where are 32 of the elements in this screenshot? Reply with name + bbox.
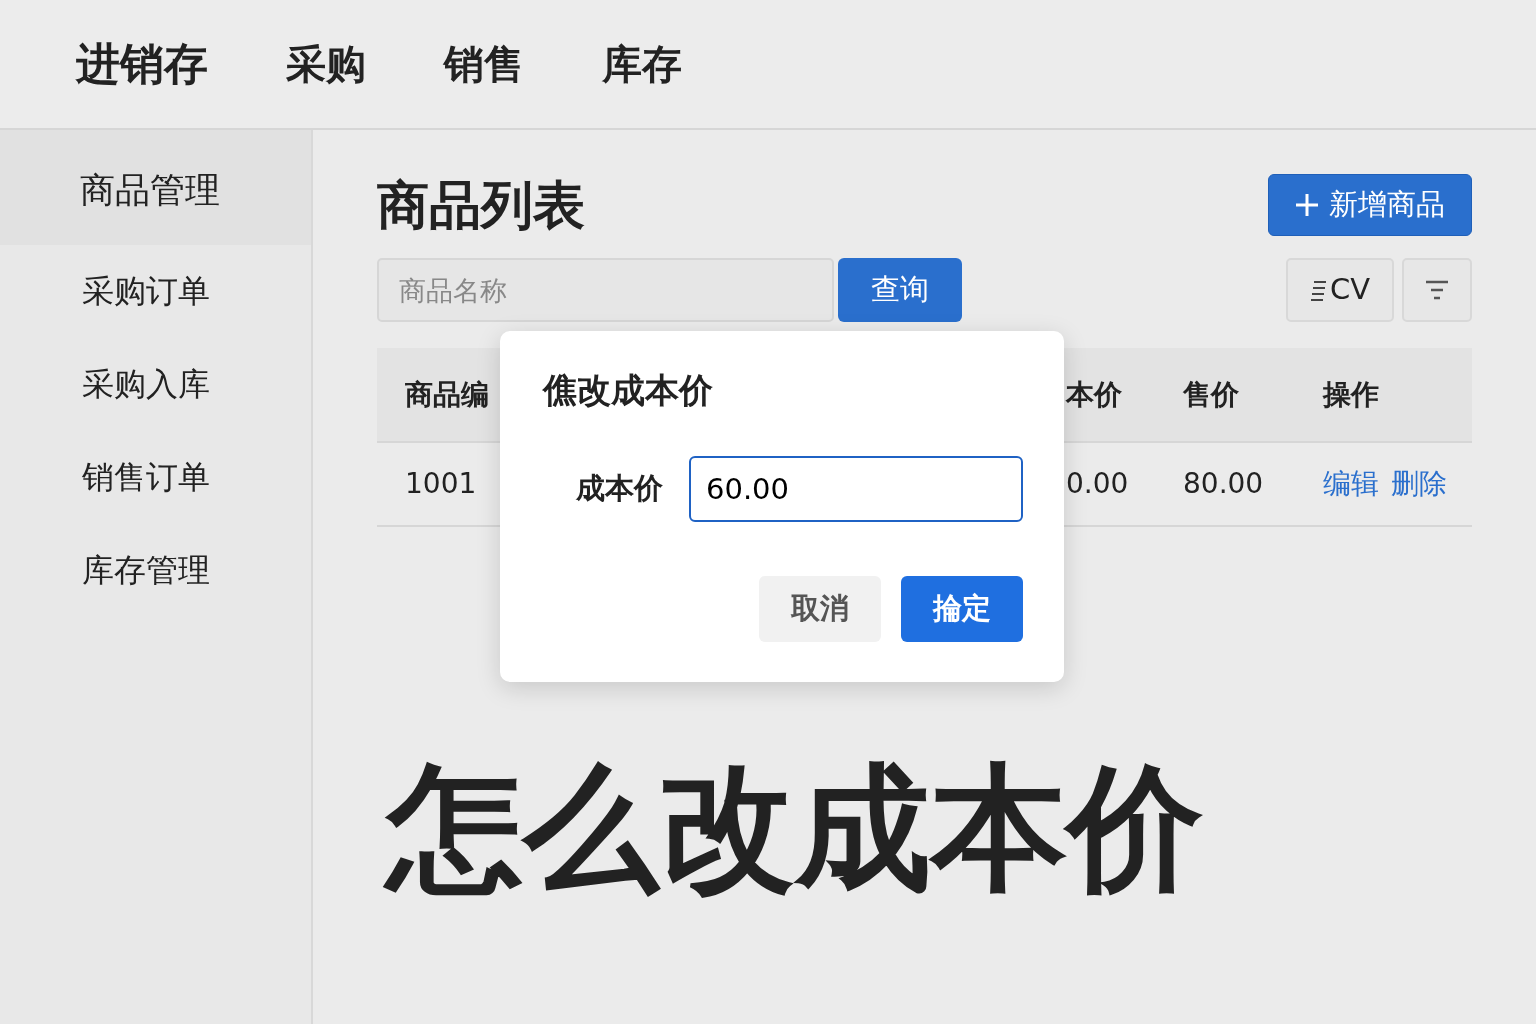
lines-icon bbox=[1309, 278, 1328, 302]
action-link[interactable]: 编辑 bbox=[1323, 467, 1379, 500]
sidebar-item[interactable]: 采购订单 bbox=[0, 245, 311, 338]
column-header: 本价 bbox=[1066, 377, 1122, 411]
export-button[interactable]: CV bbox=[1286, 258, 1394, 322]
action-link[interactable]: 删除 bbox=[1391, 467, 1447, 500]
nav-link[interactable]: 销售 bbox=[444, 34, 524, 94]
cancel-button[interactable]: 取消 bbox=[759, 576, 881, 642]
sidebar-item[interactable]: 库存管理 bbox=[0, 524, 311, 617]
table-cell: 0.00 bbox=[1066, 467, 1129, 500]
nav-link[interactable]: 采购 bbox=[286, 34, 366, 94]
column-header: 操作 bbox=[1323, 377, 1379, 411]
nav-link[interactable]: 库存 bbox=[602, 34, 682, 94]
filter-button[interactable] bbox=[1402, 258, 1472, 322]
page-title: 商品列表 bbox=[377, 174, 585, 237]
filter-icon bbox=[1424, 279, 1450, 301]
app-title: 进销存 bbox=[76, 37, 208, 91]
plus-icon bbox=[1295, 193, 1319, 217]
confirm-button[interactable]: 掄定 bbox=[901, 576, 1023, 642]
column-header: 售价 bbox=[1183, 377, 1239, 411]
add-button[interactable]: 新增商品 bbox=[1268, 174, 1472, 236]
search-field[interactable]: 商品名称 bbox=[377, 258, 834, 322]
table-cell: 1001 bbox=[405, 467, 477, 500]
sidebar-item[interactable]: 采购入库 bbox=[0, 338, 311, 431]
sidebar-item[interactable]: 销售订单 bbox=[0, 431, 311, 524]
field-label: 成本价 bbox=[575, 470, 664, 508]
dialog-title: 僬改成本价 bbox=[543, 369, 714, 412]
search-button[interactable]: 查询 bbox=[838, 258, 962, 322]
sidebar-item[interactable]: 商品管理 bbox=[0, 130, 311, 245]
column-header: 商品编 bbox=[405, 377, 489, 411]
table-cell: 80.00 bbox=[1183, 467, 1264, 500]
cost-price-field[interactable]: 60.00 bbox=[689, 456, 1023, 522]
